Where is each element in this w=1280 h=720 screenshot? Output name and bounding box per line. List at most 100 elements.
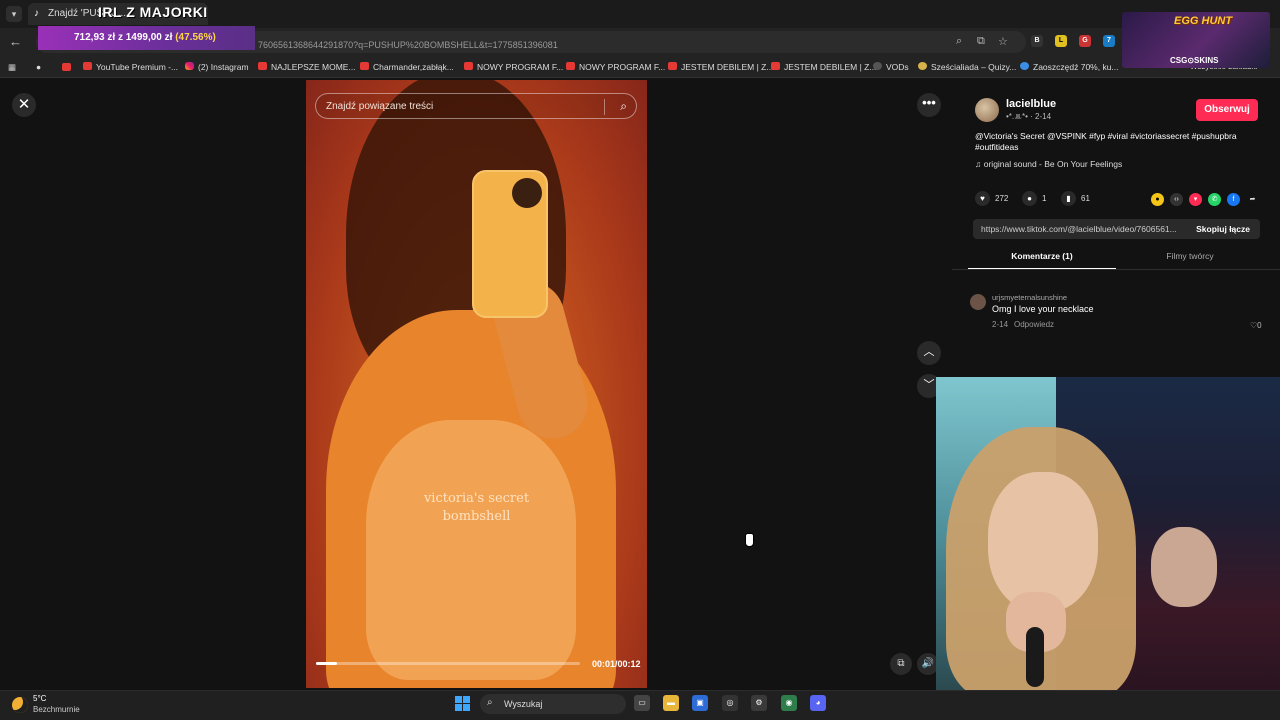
- extension-icon[interactable]: B: [1031, 35, 1043, 47]
- bookmark-item[interactable]: NOWY PROGRAM F...: [566, 62, 665, 72]
- youtube-icon: [668, 62, 677, 70]
- extension-icon[interactable]: L: [1055, 35, 1067, 47]
- taskbar-search[interactable]: ⌕ Wyszukaj: [480, 694, 626, 714]
- floating-player-button[interactable]: ⧉: [890, 653, 912, 675]
- bookmark-item[interactable]: NOWY PROGRAM F...: [464, 62, 563, 72]
- search-icon[interactable]: ⌕: [620, 99, 627, 114]
- streamer-webcam: [936, 377, 1280, 690]
- facebook-icon[interactable]: f: [1227, 193, 1240, 206]
- install-app-icon[interactable]: ⧉: [977, 35, 985, 48]
- phone-camera: [512, 178, 542, 208]
- bookmark-item[interactable]: JESTEM DEBILEM | Z...: [771, 62, 876, 72]
- weather-condition: Bezchmurnie: [33, 705, 80, 714]
- weather-temp: 5°C: [33, 694, 47, 703]
- close-button[interactable]: ✕: [12, 93, 36, 117]
- video-link: https://www.tiktok.com/@lacielblue/video…: [981, 224, 1177, 234]
- extension-icon[interactable]: G: [1079, 35, 1091, 47]
- video-player[interactable]: victoria's secret bombshell: [306, 80, 647, 688]
- bookmark-item[interactable]: NAJLEPSZE MOME...: [258, 62, 356, 72]
- github-icon[interactable]: ●: [36, 62, 41, 72]
- stream-title: IRL Z MAJORKI: [98, 4, 208, 20]
- like-button[interactable]: ♥ 272: [975, 191, 1008, 206]
- youtube-icon[interactable]: [62, 63, 71, 71]
- youtube-icon: [83, 62, 92, 70]
- whatsapp-icon[interactable]: ✆: [1208, 193, 1221, 206]
- avatar[interactable]: [975, 98, 999, 122]
- youtube-icon: [464, 62, 473, 70]
- taskbar-search-label: Wyszukaj: [504, 699, 543, 709]
- app-icon[interactable]: ◎: [722, 695, 738, 711]
- related-search-input[interactable]: Znajdź powiązane treści ⌕: [315, 93, 637, 119]
- zoom-icon[interactable]: ⌕: [956, 35, 962, 48]
- bookmark-item[interactable]: YouTube Premium -...: [83, 62, 178, 72]
- video-frame-garment: [366, 420, 576, 680]
- webcam-teddy-bear: [1151, 527, 1217, 607]
- tab-comments[interactable]: Komentarze (1): [968, 251, 1116, 261]
- tabs-divider: [952, 269, 1280, 270]
- windows-start-icon[interactable]: [455, 696, 470, 711]
- tab-list-chevron-icon[interactable]: ▾: [6, 6, 22, 22]
- discord-icon[interactable]: ◕: [810, 695, 826, 711]
- share-arrow-icon[interactable]: ➦: [1246, 193, 1259, 206]
- moon-icon[interactable]: [12, 697, 28, 713]
- webcam-face: [988, 472, 1098, 612]
- file-explorer-icon[interactable]: ▬: [663, 695, 679, 711]
- comment-username[interactable]: urjsmyeternalsunshine: [992, 293, 1067, 302]
- bookmarks-bar: ▦ ● YouTube Premium -... (2) Instagram N…: [0, 56, 1280, 78]
- follow-button[interactable]: Obserwuj: [1196, 99, 1258, 121]
- video-overlay-text-line2: bombshell: [442, 509, 511, 524]
- sound-link[interactable]: ♫ original sound - Be On Your Feelings: [975, 159, 1122, 169]
- previous-video-button[interactable]: ︿: [917, 341, 941, 365]
- bookmark-item[interactable]: Sześcialiada – Quizy...: [918, 62, 1016, 72]
- link-field[interactable]: https://www.tiktok.com/@lacielblue/video…: [973, 219, 1260, 239]
- tab-creator-videos[interactable]: Filmy twórcy: [1116, 251, 1264, 261]
- extension-icon[interactable]: 7: [1103, 35, 1115, 47]
- bookmark-star-icon[interactable]: ☆: [998, 35, 1008, 48]
- chrome-icon[interactable]: ◉: [781, 695, 797, 711]
- video-progress-fill: [316, 662, 338, 665]
- coin-icon[interactable]: ●: [1151, 193, 1164, 206]
- active-tab-indicator: [968, 268, 1116, 269]
- video-progress-bar[interactable]: [316, 662, 580, 665]
- webcam-microphone: [1026, 627, 1044, 687]
- bookmark-item[interactable]: Zaoszczędź 70%, ku...: [1020, 62, 1119, 72]
- instagram-icon: [185, 62, 194, 70]
- bookmark-item[interactable]: Charmander,zabłąk...: [360, 62, 454, 72]
- bookmark-item[interactable]: (2) Instagram: [185, 62, 249, 72]
- video-overlay-text-line1: victoria's secret: [423, 491, 530, 506]
- username[interactable]: lacielblue: [1006, 98, 1056, 110]
- youtube-icon: [360, 62, 369, 70]
- apps-grid-icon[interactable]: ▦: [8, 62, 16, 73]
- reply-button[interactable]: Odpowiedz: [1014, 320, 1054, 329]
- donation-goal: 1499,00 zł: [125, 32, 173, 43]
- donation-of: z: [117, 32, 123, 43]
- comment-like-button[interactable]: ♡0: [1250, 321, 1262, 330]
- donation-percent: (47.56%): [175, 32, 216, 43]
- comment-text: Omg I love your necklace: [992, 304, 1094, 314]
- send-icon[interactable]: ▾: [1189, 193, 1202, 206]
- quiz-icon: [918, 62, 927, 70]
- embed-icon[interactable]: ‹›: [1170, 193, 1183, 206]
- comment-avatar[interactable]: [970, 294, 986, 310]
- bookmark-icon: ▮: [1061, 191, 1076, 206]
- video-frame-phone: [472, 170, 548, 318]
- task-view-icon[interactable]: ▭: [634, 695, 650, 711]
- store-icon[interactable]: ▣: [692, 695, 708, 711]
- copy-link-button[interactable]: Skopiuj łącze: [1196, 224, 1250, 234]
- more-options-button[interactable]: •••: [917, 93, 941, 117]
- bookmark-item[interactable]: JESTEM DEBILEM | Z...: [668, 62, 773, 72]
- youtube-icon: [258, 62, 267, 70]
- back-arrow-icon[interactable]: ←: [9, 34, 22, 49]
- post-caption: @Victoria's Secret @VSPINK #fyp #viral #…: [975, 131, 1237, 152]
- save-button[interactable]: ▮ 61: [1061, 191, 1090, 206]
- url-text: 7606561368644291870?q=PUSHUP%20BOMBSHELL…: [258, 40, 558, 50]
- comment-button[interactable]: ● 1: [1022, 191, 1046, 206]
- settings-gear-icon[interactable]: ⚙: [751, 695, 767, 711]
- youtube-icon: [771, 62, 780, 70]
- video-time: 00:01/00:12: [592, 659, 641, 669]
- comment-icon: ●: [1022, 191, 1037, 206]
- search-icon: ⌕: [487, 697, 493, 708]
- bookmark-item[interactable]: VODs: [873, 62, 909, 72]
- comment-date: 2-14: [992, 320, 1009, 329]
- egg-hunt-title: EGG HUNT: [1174, 15, 1233, 27]
